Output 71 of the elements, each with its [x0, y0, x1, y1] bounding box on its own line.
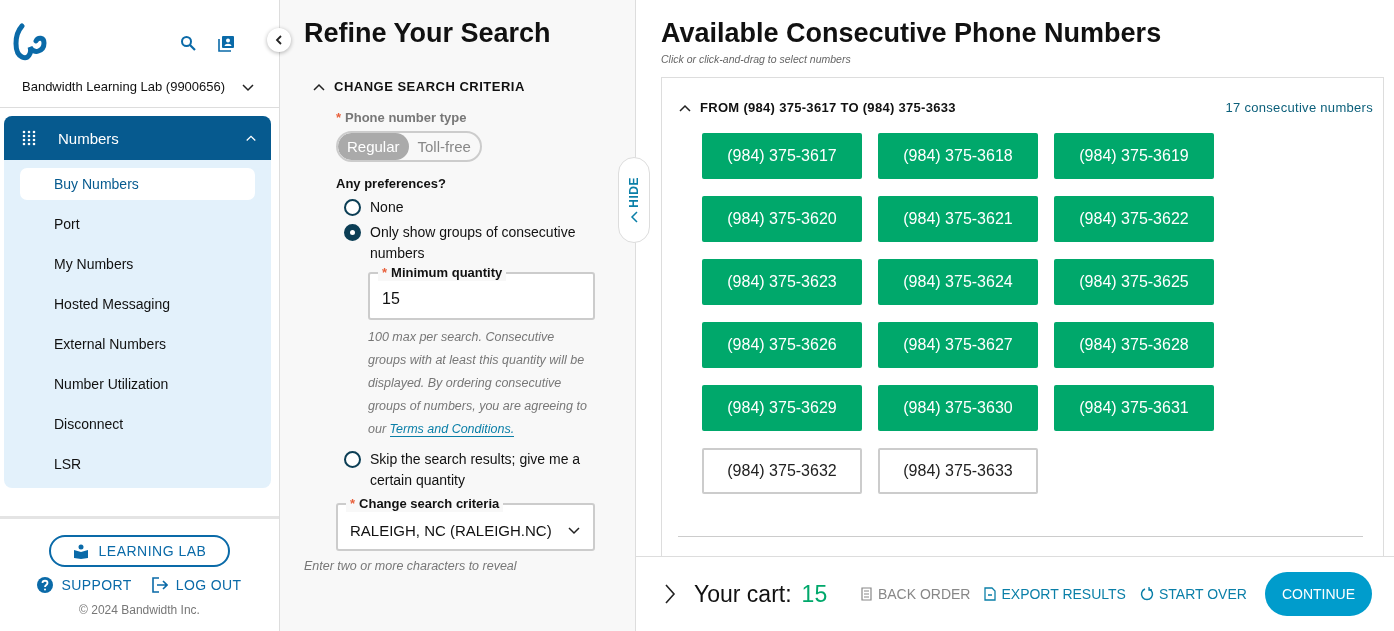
continue-button[interactable]: CONTINUE: [1264, 572, 1372, 616]
account-name[interactable]: Bandwidth Learning Lab (9900656): [22, 79, 226, 94]
nav-item[interactable]: My Numbers: [20, 248, 255, 280]
phone-number-tile[interactable]: (984) 375-3627: [878, 322, 1038, 368]
radio-button[interactable]: [344, 451, 361, 468]
file-icon: [984, 587, 997, 601]
nav-item[interactable]: Disconnect: [20, 408, 255, 440]
action-link[interactable]: START OVER: [1139, 586, 1247, 602]
contacts-icon[interactable]: [218, 34, 235, 52]
phone-number-tile[interactable]: (984) 375-3630: [878, 385, 1038, 431]
phone-number-tile[interactable]: (984) 375-3624: [878, 259, 1038, 305]
nav-item[interactable]: Buy Numbers: [20, 168, 255, 200]
field-label: * Minimum quantity: [378, 265, 507, 281]
section-header[interactable]: CHANGE SEARCH CRITERIA: [312, 79, 635, 94]
phone-number-tile[interactable]: (984) 375-3620: [702, 196, 862, 242]
chevron-icon[interactable]: [664, 583, 676, 605]
learning-lab-button[interactable]: LEARNING LAB: [48, 535, 231, 567]
phone-number-tile[interactable]: (984) 375-3629: [702, 385, 862, 431]
group-header[interactable]: FROM (984) 375-3617 TO (984) 375-3633 17 consecutive numbers: [678, 100, 1373, 115]
type-toggle-option[interactable]: Regular: [338, 133, 409, 160]
terms-link[interactable]: Terms and Conditions.: [389, 422, 515, 437]
hide-panel-tab[interactable]: HIDE: [618, 157, 650, 243]
book-icon: [72, 543, 89, 559]
nav-item[interactable]: LSR: [20, 448, 255, 480]
chevron-left-icon: [630, 211, 638, 224]
results-title: Available Consecutive Phone Numbers: [661, 18, 1163, 49]
panel-title: Refine Your Search: [304, 18, 552, 49]
help-text: 100 max per search. Consecutive groups with at least this quantity will be displayed. By ordering consecutive groups of numbers, you are agreeing to our Terms and Conditions.: [368, 329, 588, 439]
phone-number-tile[interactable]: (984) 375-3633: [878, 448, 1038, 494]
instruction-text: Click or click-and-drag to select numbers: [661, 53, 852, 65]
phone-number-tile[interactable]: (984) 375-3622: [1054, 196, 1214, 242]
type-toggle-option[interactable]: Toll-free: [408, 133, 480, 160]
radio-button[interactable]: [344, 199, 361, 216]
radio-button[interactable]: [344, 224, 361, 241]
nav-item[interactable]: External Numbers: [20, 328, 255, 360]
radio-label: Skip the search results; give me a certain quantity: [370, 450, 582, 490]
phone-number-tile[interactable]: (984) 375-3626: [702, 322, 862, 368]
search-icon[interactable]: [180, 35, 196, 51]
cart-label: Your cart:: [694, 580, 792, 608]
nav-item[interactable]: Port: [20, 208, 255, 240]
logout-icon: [151, 577, 168, 593]
phone-number-tile[interactable]: (984) 375-3618: [878, 133, 1038, 179]
copyright-text: © 2024 Bandwidth Inc.: [79, 603, 200, 617]
field-value: RALEIGH, NC (RALEIGH.NC): [350, 521, 552, 539]
action-link[interactable]: EXPORT RESULTS: [984, 586, 1126, 602]
chevron-left-icon: [275, 35, 283, 45]
document-icon: [859, 587, 873, 601]
phone-number-tile[interactable]: (984) 375-3623: [702, 259, 862, 305]
field-label: * Change search criteria: [346, 496, 504, 512]
phone-number-tile[interactable]: (984) 375-3632: [702, 448, 862, 494]
phone-number-tile[interactable]: (984) 375-3619: [1054, 133, 1214, 179]
nav-item[interactable]: Hosted Messaging: [20, 288, 255, 320]
support-link[interactable]: SUPPORT: [37, 577, 132, 593]
refresh-icon: [1139, 587, 1154, 601]
radio-label: Only show groups of consecutive numbers: [370, 223, 577, 263]
help-icon: [37, 577, 54, 593]
dialpad-icon: [22, 130, 36, 146]
radio-label: None: [370, 198, 404, 217]
phone-number-tile[interactable]: (984) 375-3625: [1054, 259, 1214, 305]
field-label: * Phone number type: [336, 110, 468, 125]
question-label: Any preferences?: [336, 176, 447, 191]
cart-count: 15: [801, 580, 828, 608]
logo[interactable]: [12, 23, 48, 63]
phone-number-tile[interactable]: (984) 375-3621: [878, 196, 1038, 242]
nav-section-header[interactable]: Numbers: [4, 116, 271, 160]
nav-item[interactable]: Number Utilization: [20, 368, 255, 400]
phone-number-tile[interactable]: (984) 375-3628: [1054, 322, 1214, 368]
phone-number-tile[interactable]: (984) 375-3617: [702, 133, 862, 179]
hint-text: Enter two or more characters to reveal: [304, 558, 518, 575]
logout-link[interactable]: LOG OUT: [151, 577, 242, 593]
phone-number-tile[interactable]: (984) 375-3631: [1054, 385, 1214, 431]
